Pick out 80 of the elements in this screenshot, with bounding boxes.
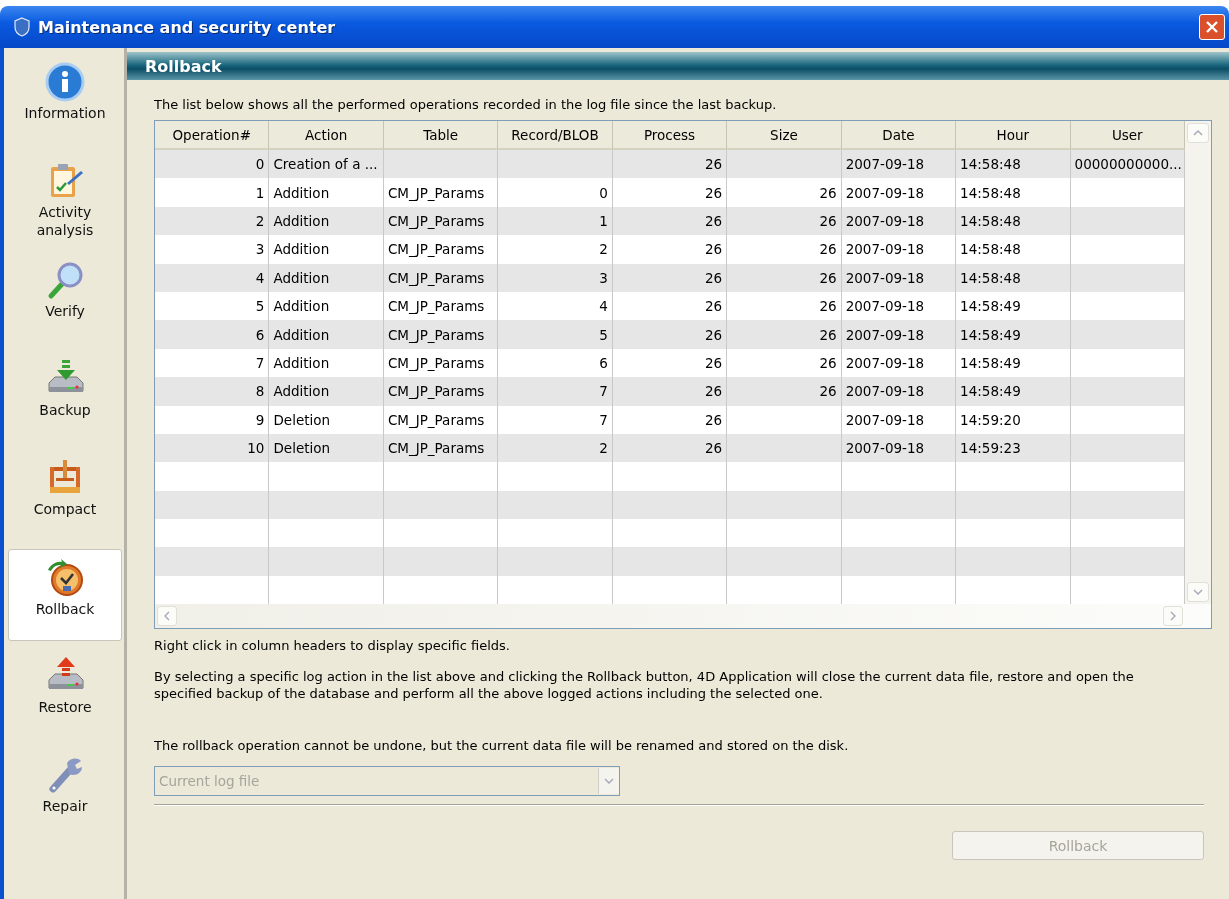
table-cell: 26 — [612, 377, 728, 406]
info-icon — [45, 62, 85, 102]
table-cell: 14:58:49 — [956, 320, 1071, 349]
table-cell: 26 — [612, 235, 728, 264]
column-header[interactable]: Size — [727, 121, 842, 150]
sidebar-item[interactable]: Verify — [8, 252, 122, 344]
table-cell: Addition — [269, 235, 384, 264]
scroll-up-icon — [1193, 130, 1203, 136]
table-cell: 26 — [612, 263, 728, 292]
column-header[interactable]: Action — [269, 121, 384, 150]
warning-text: The rollback operation cannot be undone, but the current data file will be renamed and stored on the disk. — [154, 737, 850, 755]
column-header[interactable]: Record/BLOB — [498, 121, 613, 150]
sidebar-item[interactable]: Compact — [8, 450, 122, 542]
scroll-right-icon — [1170, 611, 1176, 622]
close-icon — [1205, 20, 1219, 34]
table-cell: 26 — [727, 263, 842, 292]
close-button[interactable] — [1199, 14, 1225, 40]
table-cell: 7 — [498, 405, 613, 434]
scroll-down-icon — [1193, 589, 1203, 596]
column-header[interactable]: Date — [841, 121, 957, 150]
sidebar-item[interactable]: Rollback — [8, 549, 122, 641]
table-cell: CM_JP_Params — [383, 263, 499, 292]
table-cell: Addition — [269, 178, 384, 207]
table-cell: 2007-09-18 — [841, 405, 957, 434]
table-cell: 2007-09-18 — [841, 178, 957, 207]
table-cell: 14:58:49 — [956, 377, 1071, 406]
table-cell: CM_JP_Params — [383, 235, 499, 264]
table-cell: 9 — [155, 405, 270, 434]
vertical-scrollbar[interactable] — [1185, 121, 1211, 605]
sidebar-item[interactable]: Activity analysis — [8, 153, 122, 245]
table-cell: 2 — [498, 235, 613, 264]
table-cell: 14:58:48 — [956, 178, 1071, 207]
intro-text: The list below shows all the performed operations recorded in the log file since the last backup. — [154, 96, 778, 113]
panel-title: Rollback — [145, 56, 222, 76]
sidebar-item[interactable]: Restore — [8, 648, 122, 740]
table-cell: 26 — [612, 405, 728, 434]
table-cell: 26 — [727, 377, 842, 406]
scroll-left-icon — [164, 611, 170, 622]
table-cell: 6 — [155, 320, 270, 349]
column-header[interactable]: User — [1070, 121, 1185, 150]
table-cell: 0 — [498, 178, 613, 207]
table-cell: 7 — [498, 377, 613, 406]
column-header[interactable]: Operation# — [155, 121, 270, 150]
sidebar-item[interactable]: Information — [8, 54, 122, 146]
column-header[interactable]: Table — [383, 121, 499, 150]
table-cell: 14:58:48 — [956, 235, 1071, 264]
table-cell: 5 — [498, 320, 613, 349]
table-cell: Addition — [269, 320, 384, 349]
horizontal-scrollbar[interactable] — [155, 604, 1211, 629]
table-cell: 26 — [612, 320, 728, 349]
table-cell: CM_JP_Params — [383, 405, 499, 434]
table-cell: 1 — [155, 178, 270, 207]
table-cell: 26 — [612, 178, 728, 207]
table-cell: CM_JP_Params — [383, 320, 499, 349]
table-cell: 3 — [498, 263, 613, 292]
table-cell: 4 — [155, 263, 270, 292]
table-cell: 26 — [727, 235, 842, 264]
table-cell: 26 — [727, 178, 842, 207]
table-cell: 3 — [155, 235, 270, 264]
table-cell: 2007-09-18 — [841, 320, 957, 349]
description-text: By selecting a specific log action in the list above and clicking the Rollback button, 4D Application will close the current data file, restore and open the specified backup of the database and perform all the above logged actions including the selected one. — [154, 668, 1135, 703]
table-cell: 14:58:48 — [956, 263, 1071, 292]
table-cell: 2007-09-18 — [841, 263, 957, 292]
table-cell: 8 — [155, 377, 270, 406]
column-header[interactable]: Process — [612, 121, 728, 150]
sidebar-item[interactable]: Repair — [8, 747, 122, 839]
column-header[interactable]: Hour — [956, 121, 1071, 150]
table-cell: Deletion — [269, 405, 384, 434]
table-cell: 14:59:20 — [956, 405, 1071, 434]
sidebar-item[interactable]: Backup — [8, 351, 122, 443]
table-cell: CM_JP_Params — [383, 377, 499, 406]
table-cell: 2007-09-18 — [841, 377, 957, 406]
hint-text: Right click in column headers to display specific fields. — [154, 637, 511, 655]
table-cell: CM_JP_Params — [383, 178, 499, 207]
table-cell: 2007-09-18 — [841, 235, 957, 264]
table-cell: 26 — [727, 320, 842, 349]
window-title: Maintenance and security center — [38, 17, 337, 37]
shield-icon — [14, 17, 30, 37]
table-cell: Addition — [269, 263, 384, 292]
table-cell: Addition — [269, 377, 384, 406]
